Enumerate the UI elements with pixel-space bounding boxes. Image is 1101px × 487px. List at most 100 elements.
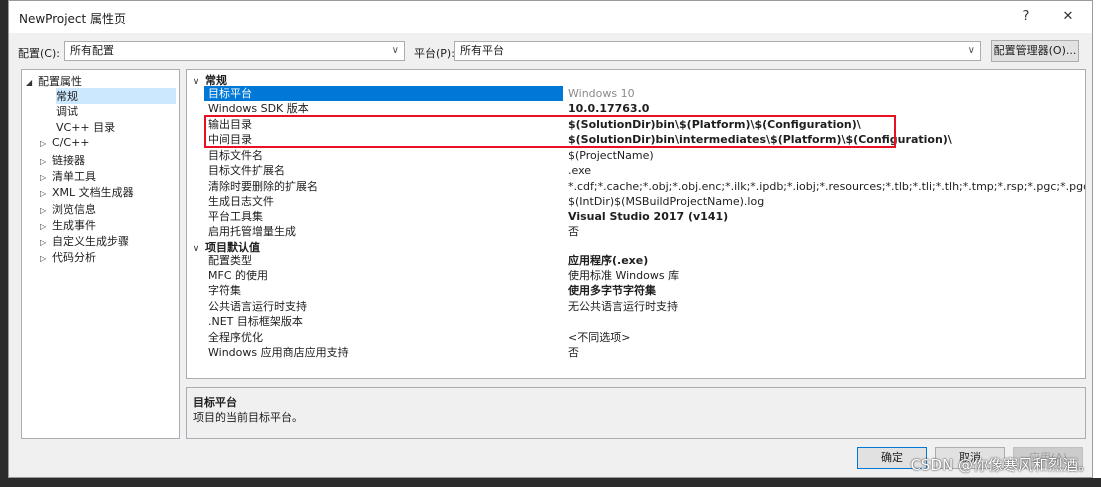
property-name: .NET 目标框架版本 — [208, 315, 303, 328]
description-title: 目标平台 — [193, 396, 237, 409]
property-row-managed-incremental-build[interactable]: 启用托管增量生成 否 — [204, 224, 1085, 239]
background-strip-left — [0, 0, 8, 487]
tree-item-code-analysis[interactable]: ▷ 代码分析 — [40, 249, 96, 265]
property-row-clr-support[interactable]: 公共语言运行时支持 无公共语言运行时支持 — [204, 299, 1085, 314]
tree-item-config-properties[interactable]: ◢ 配置属性 — [26, 73, 82, 89]
property-row-net-target-framework[interactable]: .NET 目标框架版本 — [204, 314, 1085, 329]
config-combo-value: 所有配置 — [70, 44, 114, 57]
chevron-down-icon: ∨ — [192, 77, 200, 87]
property-tree: ◢ 配置属性 常规 调试 VC++ 目录 ▷ C/C++ ▷ 链接器 ▷ 清单工具 ▷ X… — [21, 69, 180, 439]
property-row-configuration-type[interactable]: 配置类型 应用程序(.exe) — [204, 253, 1085, 268]
config-combo[interactable]: 所有配置 ∨ — [64, 41, 405, 61]
tree-item-linker[interactable]: ▷ 链接器 — [40, 152, 85, 168]
property-row-target-name[interactable]: 目标文件名 $(ProjectName) — [204, 148, 1085, 163]
property-name: 目标平台 — [204, 86, 563, 101]
property-value: Windows 10 — [568, 87, 635, 100]
property-row-character-set[interactable]: 字符集 使用多字节字符集 — [204, 283, 1085, 298]
tree-item-label: 链接器 — [52, 154, 85, 167]
tree-item-label: 生成事件 — [52, 219, 96, 232]
tree-item-vc-directories[interactable]: VC++ 目录 — [56, 119, 115, 135]
tree-item-debugging[interactable]: 调试 — [56, 103, 78, 119]
property-name: 平台工具集 — [208, 210, 263, 223]
title-bar: NewProject 属性页 ? ✕ — [9, 1, 1092, 33]
tree-item-label: 调试 — [56, 105, 78, 118]
config-manager-button[interactable]: 配置管理器(O)... — [991, 40, 1079, 62]
property-row-whole-program-optimization[interactable]: 全程序优化 <不同选项> — [204, 330, 1085, 345]
close-button[interactable]: ✕ — [1055, 5, 1081, 29]
property-name: MFC 的使用 — [208, 269, 268, 282]
property-row-use-of-mfc[interactable]: MFC 的使用 使用标准 Windows 库 — [204, 268, 1085, 283]
property-name: 中间目录 — [208, 133, 252, 146]
category-general[interactable]: ∨ 常规 — [187, 72, 227, 87]
property-name: 输出目录 — [208, 118, 252, 131]
property-value: 无公共语言运行时支持 — [568, 300, 678, 313]
property-row-build-log-file[interactable]: 生成日志文件 $(IntDir)$(MSBuildProjectName).lo… — [204, 194, 1085, 209]
property-name: 字符集 — [208, 284, 241, 297]
property-value: $(ProjectName) — [568, 149, 654, 162]
tree-item-cpp[interactable]: ▷ C/C++ — [40, 136, 90, 149]
tree-item-xml-doc-generator[interactable]: ▷ XML 文档生成器 — [40, 184, 134, 200]
description-text: 项目的当前目标平台。 — [193, 411, 303, 424]
tree-item-label: 自定义生成步骤 — [52, 235, 129, 248]
property-value: 否 — [568, 225, 579, 238]
chevron-down-icon: ∨ — [967, 45, 975, 56]
property-name: 全程序优化 — [208, 331, 263, 344]
property-name: 公共语言运行时支持 — [208, 300, 307, 313]
property-name: 目标文件扩展名 — [208, 164, 285, 177]
tree-collapsed-icon: ▷ — [40, 157, 47, 166]
property-value — [566, 314, 1085, 329]
property-row-target-extension[interactable]: 目标文件扩展名 .exe — [204, 163, 1085, 178]
property-row-platform-toolset[interactable]: 平台工具集 Visual Studio 2017 (v141) — [204, 209, 1085, 224]
property-value: 应用程序(.exe) — [568, 254, 649, 267]
property-name: Windows SDK 版本 — [208, 102, 309, 115]
tree-item-label: 代码分析 — [52, 251, 96, 264]
help-button[interactable]: ? — [1013, 5, 1039, 29]
csdn-watermark: CSDN @你像寒风和烈酒。 — [910, 456, 1093, 474]
property-grid: ∨ 常规 目标平台 Windows 10 Windows SDK 版本 10.0.… — [186, 69, 1086, 379]
chevron-down-icon: ∨ — [391, 45, 399, 56]
property-value: $(SolutionDir)bin\$(Platform)\$(Configur… — [568, 118, 861, 131]
tree-collapsed-icon: ▷ — [40, 173, 47, 182]
tree-item-label: 清单工具 — [52, 170, 96, 183]
platform-combo[interactable]: 所有平台 ∨ — [454, 41, 981, 61]
tree-item-label: 配置属性 — [38, 75, 82, 88]
tree-collapsed-icon: ▷ — [40, 189, 47, 198]
property-pages-dialog: NewProject 属性页 ? ✕ 配置(C): 所有配置 ∨ 平台(P): … — [8, 0, 1093, 478]
tree-item-manifest-tool[interactable]: ▷ 清单工具 — [40, 168, 96, 184]
tree-collapsed-icon: ▷ — [40, 238, 47, 247]
tree-item-custom-build-step[interactable]: ▷ 自定义生成步骤 — [40, 233, 129, 249]
property-value: .exe — [568, 164, 592, 177]
property-value: <不同选项> — [568, 331, 631, 344]
property-name: Windows 应用商店应用支持 — [208, 346, 349, 359]
chevron-down-icon: ∨ — [192, 244, 200, 254]
category-project-defaults[interactable]: ∨ 项目默认值 — [187, 239, 260, 254]
tree-expanded-icon: ◢ — [26, 78, 33, 87]
description-panel: 目标平台 项目的当前目标平台。 — [186, 387, 1086, 439]
tree-item-general[interactable]: 常规 — [56, 88, 176, 104]
tree-collapsed-icon: ▷ — [40, 254, 47, 263]
property-name: 清除时要删除的扩展名 — [208, 180, 318, 193]
property-name: 启用托管增量生成 — [208, 225, 296, 238]
property-row-intermediate-directory[interactable]: 中间目录 $(SolutionDir)bin\intermediates\$(P… — [204, 132, 1085, 147]
tree-collapsed-icon: ▷ — [40, 222, 47, 231]
property-row-windows-store-app-support[interactable]: Windows 应用商店应用支持 否 — [204, 345, 1085, 360]
property-value: 10.0.17763.0 — [568, 102, 650, 115]
platform-label: 平台(P): — [414, 47, 455, 60]
property-row-target-platform[interactable]: 目标平台 Windows 10 — [204, 86, 1085, 101]
dialog-title: NewProject 属性页 — [19, 12, 127, 26]
property-value: *.cdf;*.cache;*.obj;*.obj.enc;*.ilk;*.ip… — [568, 180, 1086, 193]
tree-item-label: XML 文档生成器 — [52, 186, 134, 199]
tree-item-browse-info[interactable]: ▷ 浏览信息 — [40, 201, 96, 217]
property-row-output-directory[interactable]: 输出目录 $(SolutionDir)bin\$(Platform)\$(Con… — [204, 117, 1085, 132]
property-row-extensions-to-delete[interactable]: 清除时要删除的扩展名 *.cdf;*.cache;*.obj;*.obj.enc… — [204, 179, 1086, 194]
property-name: 目标文件名 — [208, 149, 263, 162]
config-label: 配置(C): — [18, 47, 60, 60]
property-name: 配置类型 — [208, 254, 252, 267]
tree-item-label: 常规 — [56, 90, 78, 103]
property-row-windows-sdk-version[interactable]: Windows SDK 版本 10.0.17763.0 — [204, 101, 1085, 116]
tree-item-build-events[interactable]: ▷ 生成事件 — [40, 217, 96, 233]
property-value: 使用多字节字符集 — [568, 284, 656, 297]
tree-collapsed-icon: ▷ — [40, 206, 47, 215]
property-value: Visual Studio 2017 (v141) — [568, 210, 729, 223]
property-value: 使用标准 Windows 库 — [568, 269, 680, 282]
